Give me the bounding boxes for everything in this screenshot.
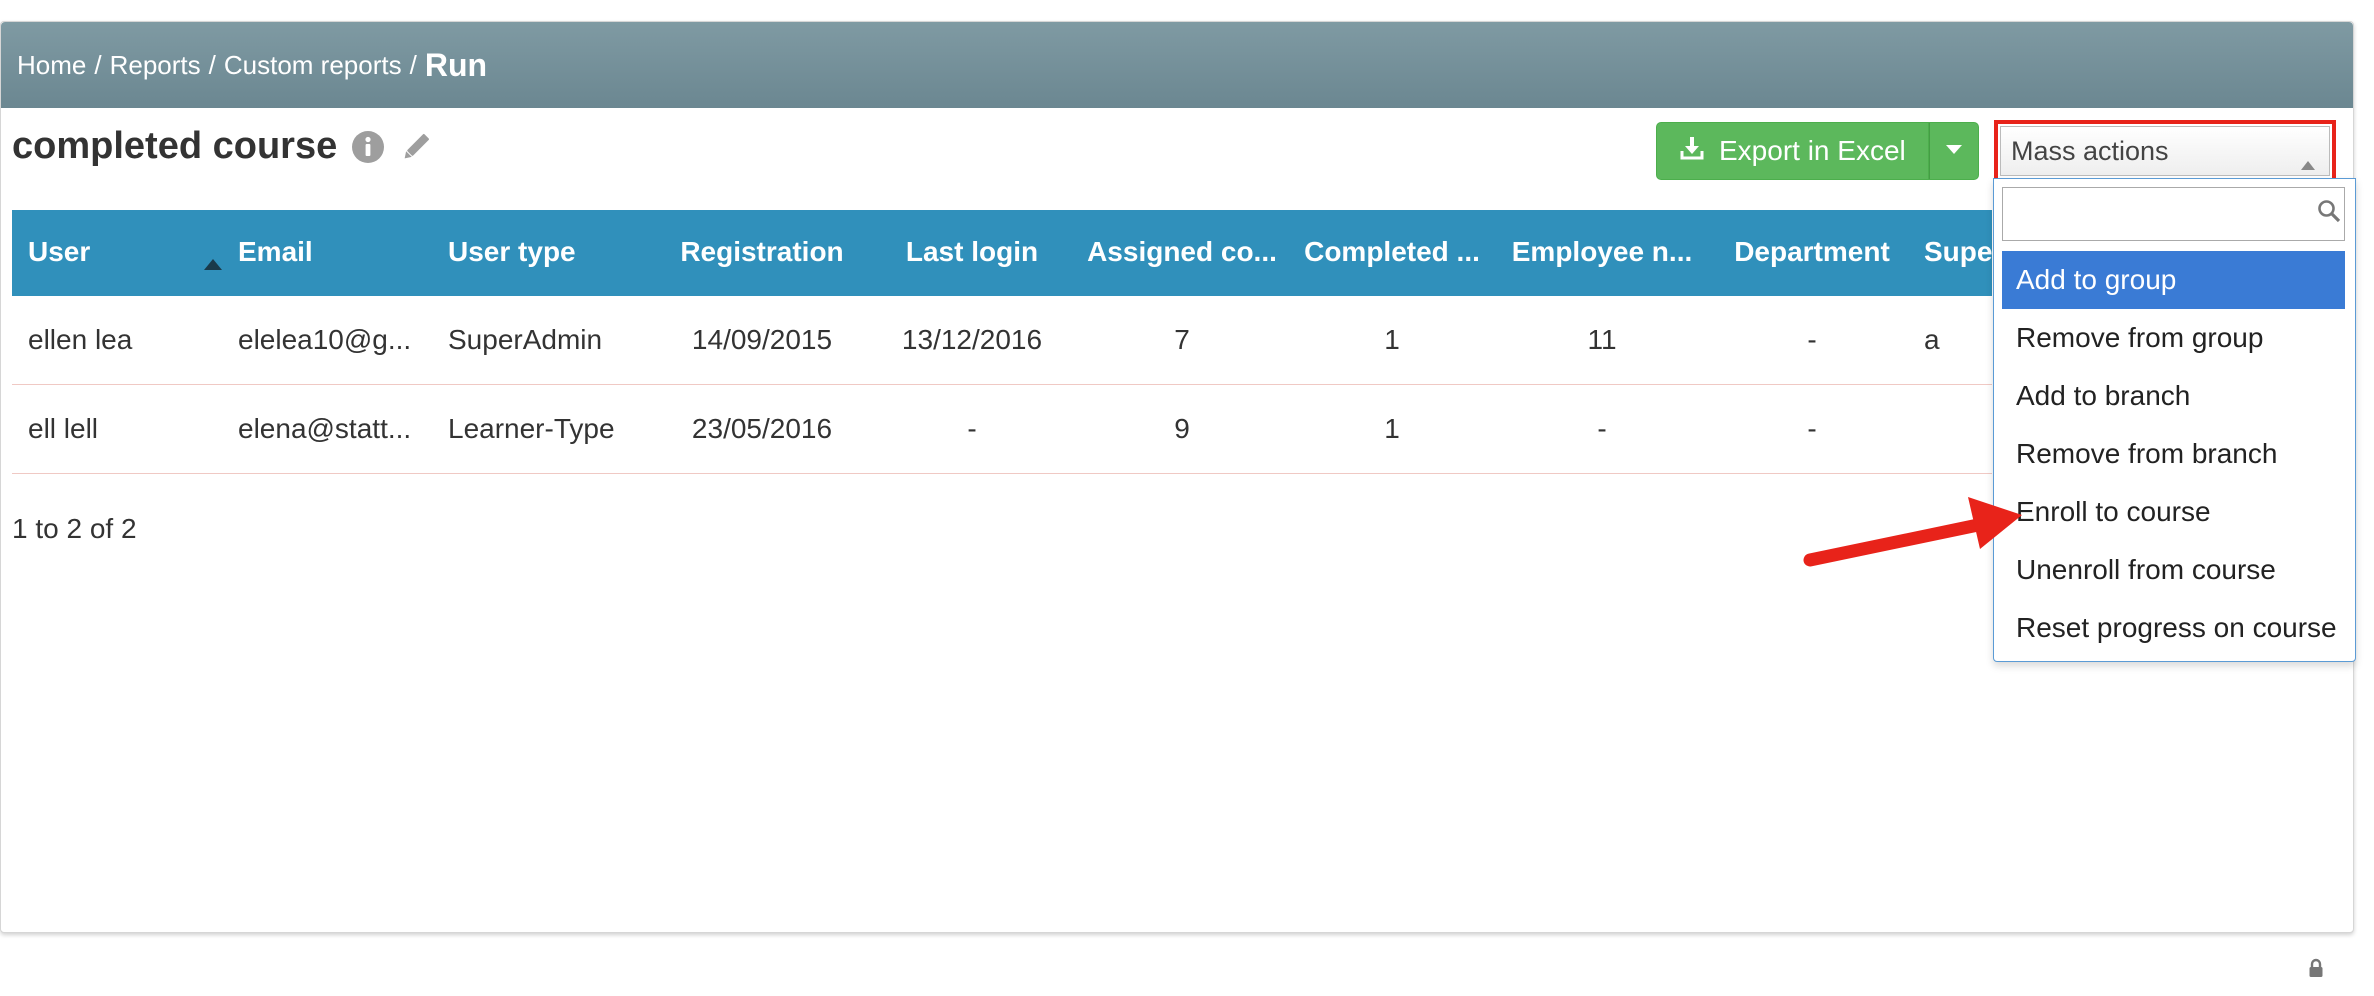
breadcrumb-reports[interactable]: Reports (110, 50, 201, 81)
cell-completed: 1 (1384, 324, 1400, 355)
download-icon (1679, 135, 1705, 168)
cell-email: elelea10@g... (238, 324, 412, 355)
report-table: User Email User type Registration Last l… (12, 210, 1992, 474)
export-options-toggle[interactable] (1928, 122, 1979, 180)
table-row[interactable]: ell lell elena@statt... Learner-Type 23/… (12, 385, 1992, 474)
cell-user: ellen lea (28, 324, 133, 355)
cell-assigned-courses: 9 (1174, 413, 1190, 444)
column-header-employee-number[interactable]: Employee n... (1492, 236, 1712, 268)
search-icon (2317, 199, 2341, 228)
breadcrumb-separator: / (94, 49, 102, 80)
cell-registration: 23/05/2016 (691, 413, 833, 444)
mass-actions-dropdown: Add to group Remove from group Add to br… (1993, 178, 2356, 662)
cell-department: - (1807, 324, 1817, 355)
cell-completed: 1 (1384, 413, 1400, 444)
table-row[interactable]: ellen lea elelea10@g... SuperAdmin 14/09… (12, 296, 1992, 385)
cell-last-login: 13/12/2016 (901, 324, 1043, 355)
cell-user-type: SuperAdmin (448, 324, 603, 355)
export-excel-label: Export in Excel (1719, 135, 1906, 166)
menu-item-unenroll-from-course[interactable]: Unenroll from course (2002, 541, 2345, 599)
cell-employee-number: 11 (1587, 324, 1617, 355)
mass-actions-highlight: Mass actions (1994, 120, 2336, 182)
info-icon[interactable] (351, 130, 385, 164)
cell-registration: 14/09/2015 (691, 324, 833, 355)
cell-last-login: - (967, 413, 977, 444)
mass-actions-label: Mass actions (2011, 135, 2169, 166)
breadcrumb-custom-reports[interactable]: Custom reports (224, 50, 402, 81)
cell-user-type: Learner-Type (448, 413, 615, 444)
export-excel-button[interactable]: Export in Excel (1656, 122, 1929, 180)
annotation-arrow (1803, 497, 2022, 567)
table-header: User Email User type Registration Last l… (12, 210, 1992, 296)
sort-asc-icon[interactable] (204, 246, 222, 278)
breadcrumb-separator: / (409, 49, 417, 80)
column-header-last-login[interactable]: Last login (872, 236, 1072, 268)
menu-item-add-to-branch[interactable]: Add to branch (2002, 367, 2345, 425)
mass-actions-select[interactable]: Mass actions (2000, 126, 2330, 176)
column-header-user[interactable]: User (28, 236, 208, 268)
caret-up-icon (2301, 147, 2315, 178)
cell-assigned-courses: 7 (1174, 324, 1190, 355)
menu-item-reset-progress-on-course[interactable]: Reset progress on course (2002, 599, 2345, 657)
column-header-assigned-courses[interactable]: Assigned co... (1072, 236, 1292, 268)
cell-user: ell lell (28, 413, 99, 444)
breadcrumb-separator: / (208, 49, 216, 80)
column-header-registration[interactable]: Registration (652, 236, 872, 268)
menu-item-remove-from-branch[interactable]: Remove from branch (2002, 425, 2345, 483)
menu-item-remove-from-group[interactable]: Remove from group (2002, 309, 2345, 367)
export-button-group: Export in Excel (1656, 122, 1979, 180)
lock-icon (2308, 958, 2324, 983)
menu-item-add-to-group[interactable]: Add to group (2002, 251, 2345, 309)
caret-down-icon (1945, 142, 1962, 160)
page-title-row: completed course (12, 125, 433, 168)
breadcrumb-current: Run (424, 46, 488, 83)
mass-actions-search-input[interactable] (2002, 187, 2345, 241)
cell-email: elena@statt... (238, 413, 412, 444)
breadcrumb: Home / Reports / Custom reports / Run (1, 22, 2353, 108)
breadcrumb-home[interactable]: Home (17, 50, 86, 81)
menu-item-enroll-to-course[interactable]: Enroll to course (2002, 483, 2345, 541)
cell-department: - (1807, 413, 1817, 444)
page-title: completed course (12, 125, 338, 167)
column-header-completed[interactable]: Completed ... (1292, 236, 1492, 268)
column-header-user-type[interactable]: User type (448, 236, 648, 268)
pagination-info: 1 to 2 of 2 (12, 513, 137, 544)
mass-actions-list: Add to group Remove from group Add to br… (2002, 251, 2345, 657)
column-header-department[interactable]: Department (1712, 236, 1912, 268)
cell-employee-number: - (1597, 413, 1607, 444)
column-header-email[interactable]: Email (238, 236, 418, 268)
pencil-icon[interactable] (399, 130, 433, 164)
